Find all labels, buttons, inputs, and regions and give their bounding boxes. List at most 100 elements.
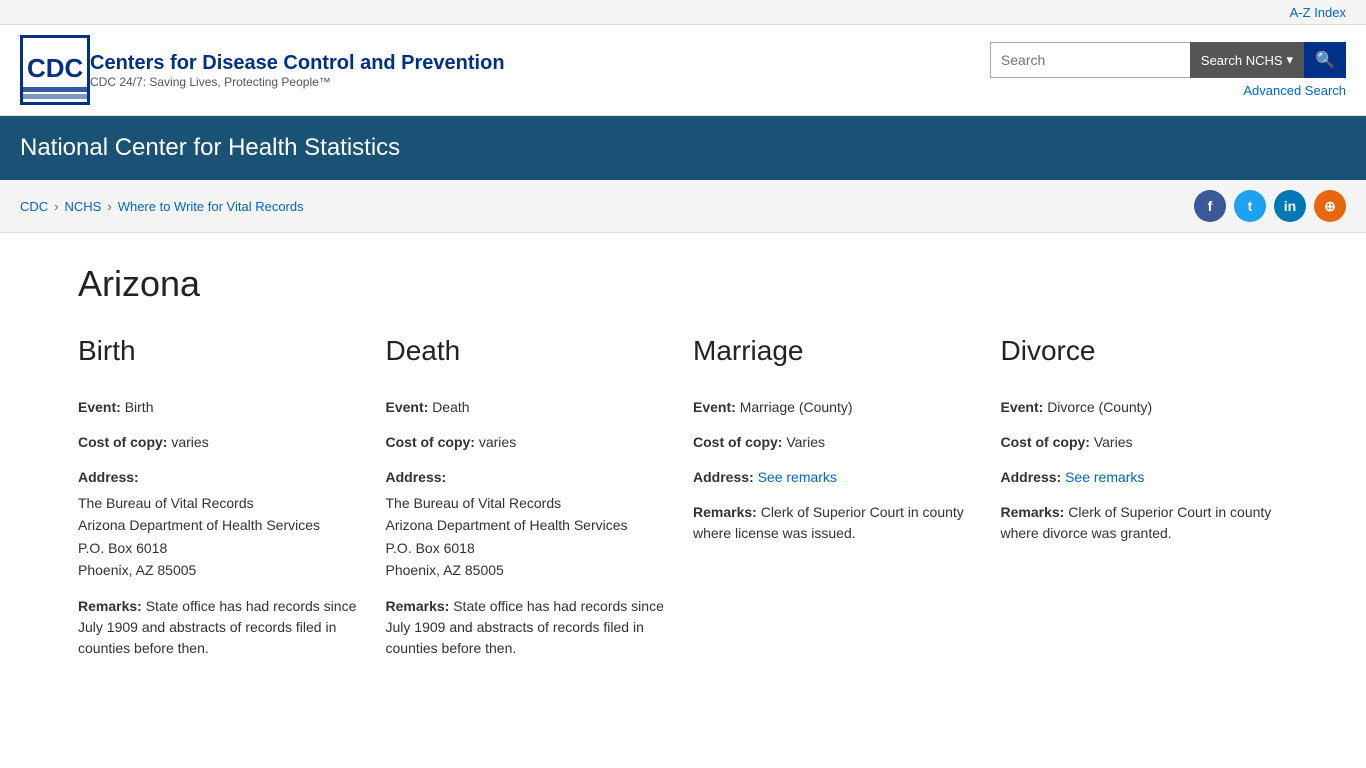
death-remarks-label: Remarks: (386, 598, 450, 614)
birth-cost: Cost of copy: varies (78, 432, 366, 453)
syndication-icon: ⊕ (1324, 198, 1336, 215)
search-area: Search NCHS ▾ 🔍 Advanced Search (990, 42, 1346, 98)
search-nchs-label: Search NCHS (1201, 53, 1283, 68)
death-address-label: Address: (386, 469, 447, 485)
death-cost-value: varies (479, 434, 516, 450)
birth-address-label: Address: (78, 469, 139, 485)
birth-remarks: Remarks: State office has had records si… (78, 596, 366, 659)
birth-addr-3: P.O. Box 6018 (78, 537, 366, 559)
birth-address-block: The Bureau of Vital Records Arizona Depa… (78, 492, 366, 582)
syndication-button[interactable]: ⊕ (1314, 190, 1346, 222)
breadcrumb-nchs[interactable]: NCHS (65, 199, 102, 214)
linkedin-icon: in (1284, 198, 1296, 214)
birth-cost-value: varies (171, 434, 208, 450)
dropdown-arrow-icon: ▾ (1287, 52, 1294, 68)
birth-addr-2: Arizona Department of Health Services (78, 514, 366, 536)
svg-text:CDC: CDC (27, 53, 84, 83)
divorce-event: Event: Divorce (County) (1001, 397, 1289, 418)
death-event-value: Death (432, 399, 469, 415)
divorce-address-value: See remarks (1065, 469, 1144, 485)
agency-tagline: CDC 24/7: Saving Lives, Protecting Peopl… (90, 75, 505, 89)
marriage-cost-value: Varies (786, 434, 825, 450)
divorce-address: Address: See remarks (1001, 467, 1289, 488)
facebook-icon: f (1208, 198, 1213, 214)
marriage-heading: Marriage (693, 335, 981, 377)
marriage-cost-label: Cost of copy: (693, 434, 782, 450)
cdc-logo-area: CDC Centers for Disease Control and Prev… (20, 35, 505, 105)
social-icons: f t in ⊕ (1194, 190, 1346, 222)
death-addr-1: The Bureau of Vital Records (386, 492, 674, 514)
cdc-emblem: CDC (20, 35, 90, 105)
agency-text: Centers for Disease Control and Preventi… (90, 51, 505, 89)
search-row: Search NCHS ▾ 🔍 (990, 42, 1346, 78)
divorce-heading: Divorce (1001, 335, 1289, 377)
records-grid: Birth Event: Birth Cost of copy: varies … (78, 335, 1288, 673)
birth-addr-1: The Bureau of Vital Records (78, 492, 366, 514)
breadcrumb-sep-1: › (54, 199, 58, 214)
divorce-cost-label: Cost of copy: (1001, 434, 1090, 450)
site-header: CDC Centers for Disease Control and Prev… (0, 25, 1366, 116)
death-heading: Death (386, 335, 674, 377)
facebook-share-button[interactable]: f (1194, 190, 1226, 222)
page-title: Arizona (78, 263, 1288, 305)
birth-event: Event: Birth (78, 397, 366, 418)
death-event-label: Event: (386, 399, 429, 415)
birth-remarks-label: Remarks: (78, 598, 142, 614)
death-event: Event: Death (386, 397, 674, 418)
breadcrumb-bar: CDC › NCHS › Where to Write for Vital Re… (0, 180, 1366, 233)
marriage-remarks: Remarks: Clerk of Superior Court in coun… (693, 502, 981, 544)
birth-column: Birth Event: Birth Cost of copy: varies … (78, 335, 366, 673)
twitter-icon: t (1248, 198, 1253, 214)
main-content: Arizona Birth Event: Birth Cost of copy:… (58, 233, 1308, 693)
marriage-event-label: Event: (693, 399, 736, 415)
marriage-cost: Cost of copy: Varies (693, 432, 981, 453)
death-address-block: The Bureau of Vital Records Arizona Depa… (386, 492, 674, 582)
search-submit-button[interactable]: 🔍 (1304, 42, 1346, 78)
advanced-search-row: Advanced Search (1243, 82, 1346, 98)
breadcrumb-page[interactable]: Where to Write for Vital Records (118, 199, 304, 214)
marriage-address-label: Address: (693, 469, 754, 485)
birth-event-label: Event: (78, 399, 121, 415)
divorce-address-label: Address: (1001, 469, 1062, 485)
death-address: Address: The Bureau of Vital Records Ari… (386, 467, 674, 582)
death-addr-2: Arizona Department of Health Services (386, 514, 674, 536)
divorce-remarks-label: Remarks: (1001, 504, 1065, 520)
breadcrumb-sep-2: › (107, 199, 111, 214)
birth-cost-label: Cost of copy: (78, 434, 167, 450)
marriage-address: Address: See remarks (693, 467, 981, 488)
birth-event-value: Birth (125, 399, 154, 415)
banner-title: National Center for Health Statistics (20, 134, 1346, 162)
marriage-event-value: Marriage (County) (740, 399, 853, 415)
az-index-link[interactable]: A-Z Index (1290, 5, 1346, 20)
birth-heading: Birth (78, 335, 366, 377)
death-remarks: Remarks: State office has had records si… (386, 596, 674, 659)
divorce-event-label: Event: (1001, 399, 1044, 415)
divorce-cost: Cost of copy: Varies (1001, 432, 1289, 453)
death-addr-3: P.O. Box 6018 (386, 537, 674, 559)
advanced-search-link[interactable]: Advanced Search (1243, 83, 1346, 98)
birth-addr-4: Phoenix, AZ 85005 (78, 559, 366, 581)
marriage-remarks-label: Remarks: (693, 504, 757, 520)
utility-bar: A-Z Index (0, 0, 1366, 25)
search-nchs-dropdown[interactable]: Search NCHS ▾ (1190, 42, 1304, 78)
divorce-remarks: Remarks: Clerk of Superior Court in coun… (1001, 502, 1289, 544)
agency-name: Centers for Disease Control and Preventi… (90, 51, 505, 75)
marriage-address-value: See remarks (758, 469, 837, 485)
birth-address: Address: The Bureau of Vital Records Ari… (78, 467, 366, 582)
breadcrumb-cdc[interactable]: CDC (20, 199, 48, 214)
twitter-share-button[interactable]: t (1234, 190, 1266, 222)
death-column: Death Event: Death Cost of copy: varies … (386, 335, 674, 673)
breadcrumb: CDC › NCHS › Where to Write for Vital Re… (20, 199, 304, 214)
search-icon: 🔍 (1315, 52, 1335, 69)
marriage-event: Event: Marriage (County) (693, 397, 981, 418)
divorce-event-value: Divorce (County) (1047, 399, 1152, 415)
marriage-column: Marriage Event: Marriage (County) Cost o… (693, 335, 981, 673)
death-cost-label: Cost of copy: (386, 434, 475, 450)
divorce-column: Divorce Event: Divorce (County) Cost of … (1001, 335, 1289, 673)
death-cost: Cost of copy: varies (386, 432, 674, 453)
site-banner: National Center for Health Statistics (0, 116, 1366, 180)
divorce-cost-value: Varies (1094, 434, 1133, 450)
search-input[interactable] (990, 42, 1190, 78)
linkedin-share-button[interactable]: in (1274, 190, 1306, 222)
death-addr-4: Phoenix, AZ 85005 (386, 559, 674, 581)
